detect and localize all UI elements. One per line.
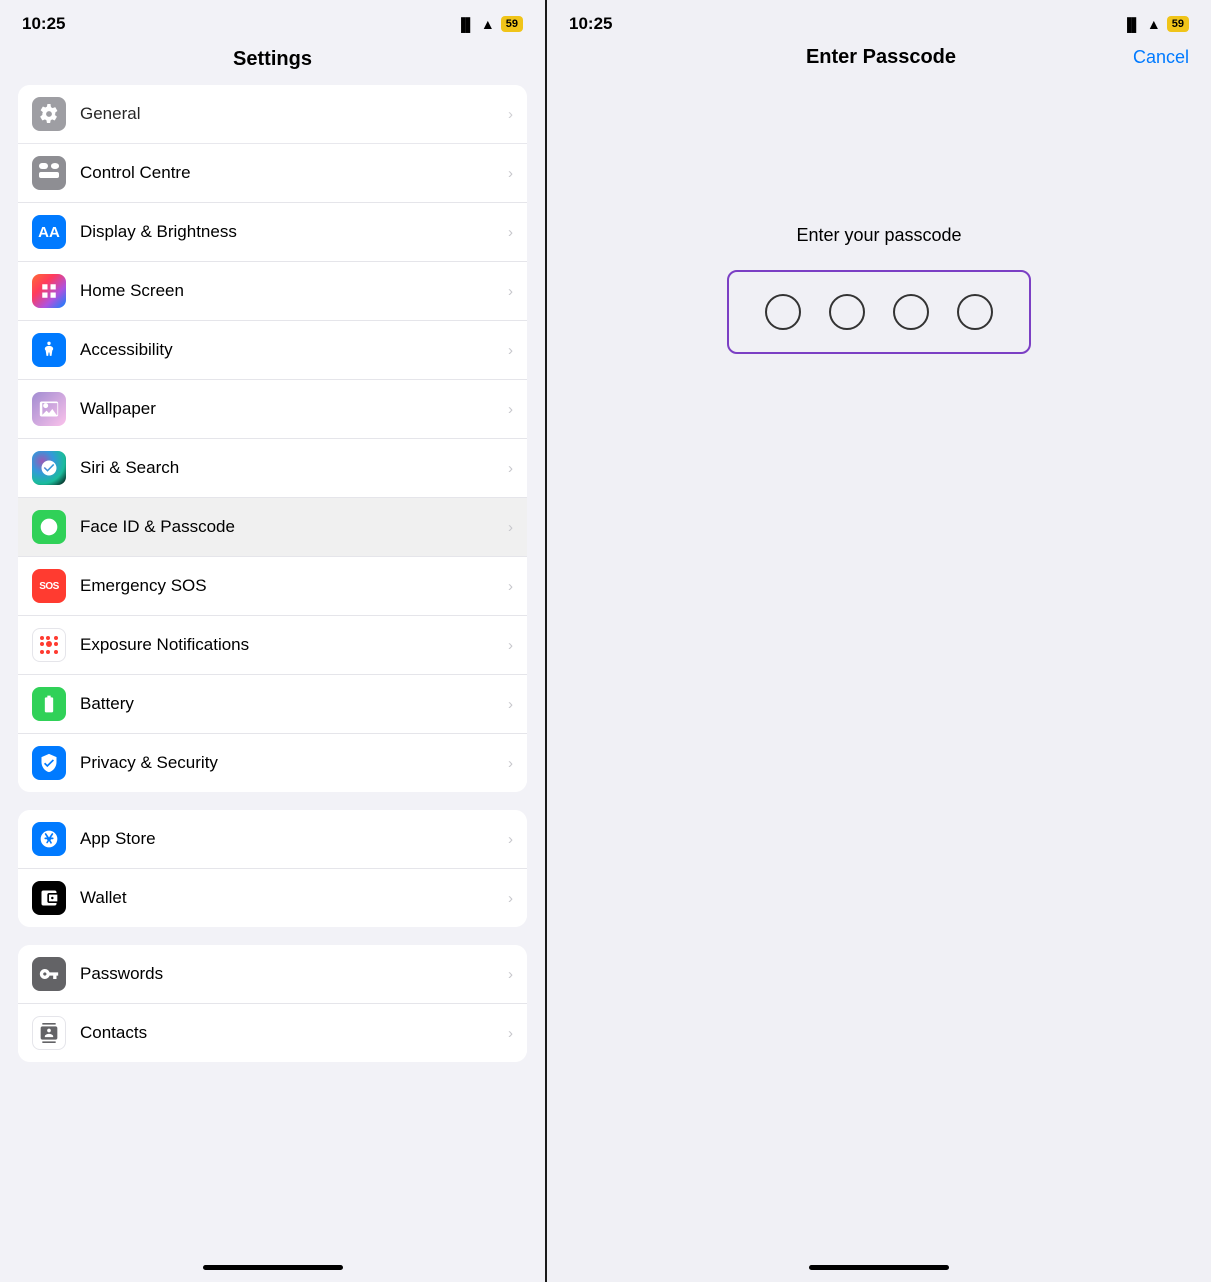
- control-centre-icon: [32, 156, 66, 190]
- privacy-label: Privacy & Security: [80, 753, 508, 773]
- display-brightness-label: Display & Brightness: [80, 222, 508, 242]
- settings-row-accessibility[interactable]: Accessibility ›: [18, 321, 527, 380]
- appstore-chevron: ›: [508, 831, 513, 848]
- accessibility-chevron: ›: [508, 342, 513, 359]
- exposure-chevron: ›: [508, 637, 513, 654]
- cancel-button[interactable]: Cancel: [1133, 47, 1189, 68]
- passcode-circle-3: [893, 294, 929, 330]
- passcode-circle-1: [765, 294, 801, 330]
- passcode-content: Enter your passcode: [547, 85, 1211, 1265]
- settings-row-battery[interactable]: Battery ›: [18, 675, 527, 734]
- battery-icon: [32, 687, 66, 721]
- wallet-chevron: ›: [508, 890, 513, 907]
- settings-row-display-brightness[interactable]: AA Display & Brightness ›: [18, 203, 527, 262]
- passwords-icon: [32, 957, 66, 991]
- home-screen-icon: [32, 274, 66, 308]
- settings-panel: 10:25 ▐▌ ▲ 59 Settings General ›: [0, 0, 545, 1282]
- settings-row-privacy[interactable]: Privacy & Security ›: [18, 734, 527, 792]
- accessibility-label: Accessibility: [80, 340, 508, 360]
- settings-row-exposure[interactable]: Exposure Notifications ›: [18, 616, 527, 675]
- contacts-chevron: ›: [508, 1025, 513, 1042]
- face-id-label: Face ID & Passcode: [80, 517, 508, 537]
- battery-chevron: ›: [508, 696, 513, 713]
- settings-group-1: General › Control Centre › AA: [18, 85, 527, 792]
- control-centre-label: Control Centre: [80, 163, 508, 183]
- emergency-sos-chevron: ›: [508, 578, 513, 595]
- home-screen-label: Home Screen: [80, 281, 508, 301]
- exposure-icon: [32, 628, 66, 662]
- settings-row-wallet[interactable]: Wallet ›: [18, 869, 527, 927]
- face-id-chevron: ›: [508, 519, 513, 536]
- contacts-label: Contacts: [80, 1023, 508, 1043]
- general-chevron: ›: [508, 106, 513, 123]
- display-brightness-icon: AA: [32, 215, 66, 249]
- appstore-icon: [32, 822, 66, 856]
- settings-row-siri-search[interactable]: Siri & Search ›: [18, 439, 527, 498]
- passwords-chevron: ›: [508, 966, 513, 983]
- siri-icon: [32, 451, 66, 485]
- face-id-icon: [32, 510, 66, 544]
- left-status-bar: 10:25 ▐▌ ▲ 59: [0, 0, 545, 42]
- right-signal-icon: ▐▌: [1122, 17, 1140, 32]
- wallpaper-chevron: ›: [508, 401, 513, 418]
- settings-row-home-screen[interactable]: Home Screen ›: [18, 262, 527, 321]
- general-icon: [32, 97, 66, 131]
- wallet-icon: [32, 881, 66, 915]
- settings-row-control-centre[interactable]: Control Centre ›: [18, 144, 527, 203]
- right-time: 10:25: [569, 14, 612, 34]
- privacy-chevron: ›: [508, 755, 513, 772]
- passcode-title: Enter Passcode: [806, 46, 956, 69]
- passcode-panel: 10:25 ▐▌ ▲ 59 Enter Passcode Cancel Ente…: [545, 0, 1211, 1282]
- left-status-icons: ▐▌ ▲ 59: [456, 16, 523, 32]
- battery-label: Battery: [80, 694, 508, 714]
- right-home-indicator: [809, 1265, 949, 1270]
- settings-scroll: General › Control Centre › AA: [0, 85, 545, 1253]
- passcode-circles-container[interactable]: [727, 270, 1031, 354]
- settings-row-emergency-sos[interactable]: SOS Emergency SOS ›: [18, 557, 527, 616]
- passcode-prompt: Enter your passcode: [796, 225, 961, 246]
- left-home-indicator: [203, 1265, 343, 1270]
- emergency-sos-icon: SOS: [32, 569, 66, 603]
- right-status-bar: 10:25 ▐▌ ▲ 59: [547, 0, 1211, 42]
- general-label: General: [80, 104, 508, 124]
- exposure-label: Exposure Notifications: [80, 635, 508, 655]
- accessibility-icon: [32, 333, 66, 367]
- control-centre-chevron: ›: [508, 165, 513, 182]
- settings-row-wallpaper[interactable]: Wallpaper ›: [18, 380, 527, 439]
- settings-title: Settings: [0, 42, 545, 85]
- wallet-label: Wallet: [80, 888, 508, 908]
- right-wifi-icon: ▲: [1147, 16, 1161, 32]
- display-brightness-chevron: ›: [508, 224, 513, 241]
- settings-row-contacts[interactable]: Contacts ›: [18, 1004, 527, 1062]
- passcode-header: Enter Passcode Cancel: [547, 42, 1211, 85]
- passwords-label: Passwords: [80, 964, 508, 984]
- settings-row-appstore[interactable]: App Store ›: [18, 810, 527, 869]
- wifi-icon: ▲: [481, 16, 495, 32]
- passcode-circle-2: [829, 294, 865, 330]
- siri-search-chevron: ›: [508, 460, 513, 477]
- wallpaper-icon: [32, 392, 66, 426]
- settings-row-passwords[interactable]: Passwords ›: [18, 945, 527, 1004]
- settings-row-face-id[interactable]: Face ID & Passcode › ◄: [18, 498, 527, 557]
- right-battery-badge: 59: [1167, 16, 1189, 32]
- appstore-label: App Store: [80, 829, 508, 849]
- settings-group-2: App Store › Wallet ›: [18, 810, 527, 927]
- contacts-icon: [32, 1016, 66, 1050]
- signal-icon: ▐▌: [456, 17, 474, 32]
- settings-row-general[interactable]: General ›: [18, 85, 527, 144]
- left-time: 10:25: [22, 14, 65, 34]
- battery-badge: 59: [501, 16, 523, 32]
- home-screen-chevron: ›: [508, 283, 513, 300]
- right-status-icons: ▐▌ ▲ 59: [1122, 16, 1189, 32]
- passcode-circle-4: [957, 294, 993, 330]
- settings-group-3: Passwords › Contacts ›: [18, 945, 527, 1062]
- wallpaper-label: Wallpaper: [80, 399, 508, 419]
- siri-search-label: Siri & Search: [80, 458, 508, 478]
- privacy-icon: [32, 746, 66, 780]
- emergency-sos-label: Emergency SOS: [80, 576, 508, 596]
